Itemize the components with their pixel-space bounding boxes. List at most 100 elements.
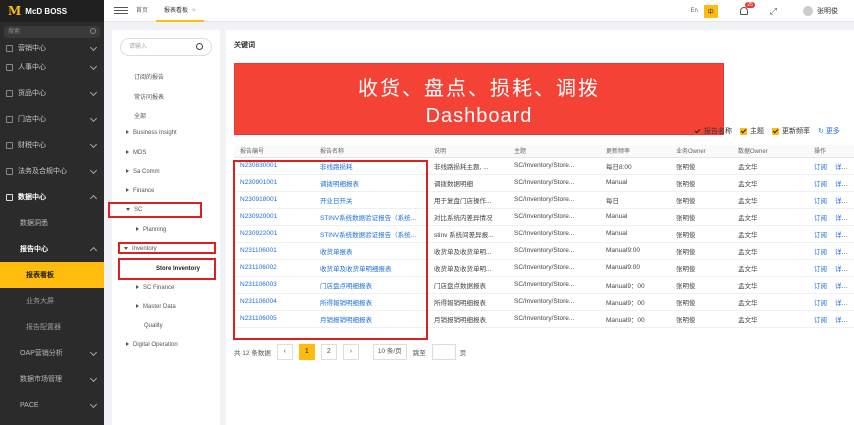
person-icon: [6, 63, 13, 71]
menu-toggle-icon[interactable]: [114, 5, 128, 16]
close-icon[interactable]: ×: [192, 8, 196, 14]
fullscreen-icon[interactable]: ⤢: [770, 6, 777, 17]
total-count: 共 12 条数据: [234, 350, 271, 357]
subscribe-link[interactable]: 订阅: [814, 300, 827, 307]
tree-item-business-insight[interactable]: Business Insight: [126, 130, 177, 136]
sidebar-item-store[interactable]: 门店中心: [0, 106, 104, 132]
table-cell: 孟文华: [732, 174, 808, 192]
user-name[interactable]: 张明俊: [817, 6, 838, 16]
sidebar-item-data-center[interactable]: 数据中心: [0, 184, 104, 210]
lang-en-button[interactable]: En: [690, 8, 697, 14]
subscribe-link[interactable]: 订阅: [814, 181, 827, 188]
detail-link[interactable]: 详情: [835, 164, 848, 171]
page-2-button[interactable]: 2: [320, 344, 337, 360]
tree-item-label: Digital Operation: [133, 342, 178, 348]
chevron-down-icon: [89, 166, 98, 175]
tree-item-subscribed[interactable]: 订阅的报告: [134, 72, 164, 81]
sidebar-item-legal[interactable]: 法务及合规中心: [0, 158, 104, 184]
tree-item-all[interactable]: 全部: [134, 111, 146, 120]
tree-item-label: 订阅的报告: [134, 75, 165, 81]
subscribe-link[interactable]: 订阅: [814, 249, 827, 256]
col-header[interactable]: 主题: [508, 145, 600, 158]
tree-item-digital-operation[interactable]: Digital Operation: [126, 342, 178, 348]
detail-link[interactable]: 详情: [835, 266, 848, 273]
tree-item-finance[interactable]: Finance: [126, 188, 154, 194]
sidebar-item-insight[interactable]: 数据洞悉: [0, 210, 104, 236]
table-cell: Manual9:00: [600, 242, 670, 260]
tree-item-quality[interactable]: Quality: [144, 323, 163, 329]
table-cell: 张明俊: [670, 225, 732, 243]
tab-report-board[interactable]: 报表看板 ×: [156, 0, 204, 22]
subscribe-link[interactable]: 订阅: [814, 164, 827, 171]
detail-link[interactable]: 详情: [835, 317, 848, 324]
col-header[interactable]: 数据Owner: [732, 145, 808, 158]
col-header[interactable]: 说明: [428, 145, 508, 158]
col-header[interactable]: 业务Owner: [670, 145, 732, 158]
sidebar-search-input[interactable]: 搜索: [4, 26, 100, 38]
page-size-select[interactable]: 10 条/页: [372, 344, 407, 360]
tree-item-master-data[interactable]: Master Data: [136, 304, 176, 310]
sidebar-item-oap[interactable]: OAP营销分析: [0, 340, 104, 366]
search-icon[interactable]: [196, 43, 203, 50]
detail-link[interactable]: 详情: [835, 249, 848, 256]
table-cell: SC/Inventory/Store...: [508, 208, 600, 226]
sidebar-item-report-board[interactable]: 报表看板: [0, 262, 104, 288]
sidebar-item-data-market[interactable]: 数据市场管理: [0, 366, 104, 392]
subscribe-link[interactable]: 订阅: [814, 232, 827, 239]
detail-link[interactable]: 详情: [835, 198, 848, 205]
avatar[interactable]: [803, 6, 813, 16]
detail-link[interactable]: 详情: [835, 232, 848, 239]
chevron-down-icon: [89, 400, 98, 409]
lang-zh-button[interactable]: 中: [703, 4, 718, 18]
col-header[interactable]: 报告名称: [314, 145, 428, 158]
tree-item-sc-finance[interactable]: SC Finance: [136, 285, 174, 291]
subscribe-link[interactable]: 订阅: [814, 283, 827, 290]
actions-cell: 订阅 详情: [808, 310, 854, 328]
tree-item-planning[interactable]: Planning: [136, 227, 166, 233]
tree-item-frequent[interactable]: 常访问报表: [134, 92, 164, 101]
sidebar-item-finance[interactable]: 财税中心: [0, 132, 104, 158]
goto-page-input[interactable]: [431, 344, 456, 360]
subscribe-link[interactable]: 订阅: [814, 317, 827, 324]
sidebar-item-label: 法务及合规中心: [18, 168, 67, 175]
col-header[interactable]: 更新频率: [600, 145, 670, 158]
detail-link[interactable]: 详情: [835, 283, 848, 290]
checkbox-update[interactable]: [772, 127, 779, 135]
detail-link[interactable]: 详情: [835, 300, 848, 307]
tree-item-sa-comm[interactable]: Sa Comm: [126, 169, 160, 175]
highlight-box-sc: [108, 202, 202, 218]
sidebar-item-label: 人事中心: [18, 64, 46, 71]
tab-label: 报表看板: [164, 7, 189, 14]
table-cell: 张明俊: [670, 310, 732, 328]
sidebar-item-hr[interactable]: 人事中心: [0, 54, 104, 80]
caret-right-icon: [136, 227, 139, 231]
checkbox-subject[interactable]: [740, 127, 747, 135]
table-cell: stinv 系统间差异报...: [428, 225, 508, 243]
subscribe-link[interactable]: 订阅: [814, 215, 827, 222]
subscribe-link[interactable]: 订阅: [814, 198, 827, 205]
actions-cell: 订阅 详情: [808, 242, 854, 260]
sidebar-item-pace[interactable]: PACE: [0, 392, 104, 418]
col-header[interactable]: 报告编号: [234, 145, 314, 158]
page-1-button[interactable]: 1: [298, 344, 315, 360]
bell-icon[interactable]: 25: [739, 2, 755, 15]
tab-home[interactable]: 首页: [128, 0, 156, 22]
tree-item-mds[interactable]: MDS: [126, 150, 146, 156]
next-page-button[interactable]: ›: [342, 344, 359, 360]
app-logo[interactable]: M McD BOSS: [0, 0, 104, 22]
sidebar-item-big-screen[interactable]: 业务大屏: [0, 288, 104, 314]
detail-link[interactable]: 详情: [835, 181, 848, 188]
subscribe-link[interactable]: 订阅: [814, 266, 827, 273]
more-link[interactable]: ↻ 更多: [818, 126, 840, 136]
sidebar-item-report-config[interactable]: 报告配置器: [0, 314, 104, 340]
table-cell: 张明俊: [670, 293, 732, 311]
sidebar-item-marketing[interactable]: 营销中心: [0, 42, 104, 54]
tree-item-label: 常访问报表: [134, 95, 165, 101]
checkbox-name[interactable]: [694, 127, 701, 135]
tree-search-input[interactable]: 请输入: [120, 38, 212, 56]
marketing-icon: [6, 44, 13, 52]
sidebar-item-goods[interactable]: 货品中心: [0, 80, 104, 106]
detail-link[interactable]: 详情: [835, 215, 848, 222]
sidebar-item-report-center[interactable]: 报告中心: [0, 236, 104, 262]
prev-page-button[interactable]: ‹: [276, 344, 293, 360]
